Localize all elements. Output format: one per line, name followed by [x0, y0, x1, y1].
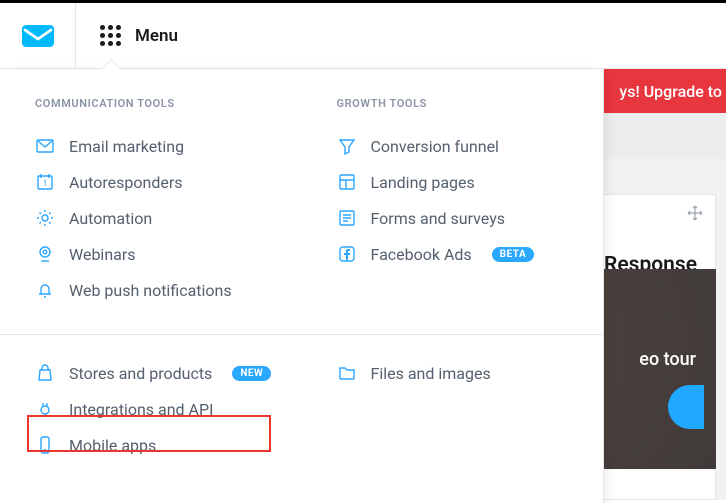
menu-item-stores-products[interactable]: Stores and products NEW: [35, 355, 284, 391]
menu-item-conversion-funnel[interactable]: Conversion funnel: [337, 128, 586, 164]
bottom-left-column: Stores and products NEW Integrations and…: [0, 355, 302, 463]
menu-item-facebook-ads[interactable]: Facebook Ads BETA: [337, 236, 586, 272]
menu-button[interactable]: Menu: [76, 3, 178, 68]
menu-item-label: Forms and surveys: [371, 209, 506, 228]
menu-item-label: Integrations and API: [69, 400, 213, 419]
bag-icon: [35, 363, 55, 383]
communication-header: COMMUNICATION TOOLS: [35, 97, 284, 110]
menu-item-landing-pages[interactable]: Landing pages: [337, 164, 586, 200]
growth-header: GROWTH TOOLS: [337, 97, 586, 110]
form-icon: [337, 208, 357, 228]
funnel-icon: [337, 136, 357, 156]
menu-item-label: Automation: [69, 209, 152, 228]
menu-item-web-push[interactable]: Web push notifications: [35, 272, 284, 308]
menu-item-autoresponders[interactable]: 1 Autoresponders: [35, 164, 284, 200]
plug-icon: [35, 399, 55, 419]
menu-item-email-marketing[interactable]: Email marketing: [35, 128, 284, 164]
calendar-icon: 1: [35, 172, 55, 192]
apps-grid-icon: [100, 25, 121, 46]
layout-icon: [337, 172, 357, 192]
menu-item-label: Webinars: [69, 245, 136, 264]
move-icon[interactable]: [687, 205, 703, 225]
menu-item-label: Web push notifications: [69, 281, 232, 300]
menu-item-label: Files and images: [371, 364, 491, 383]
folder-icon: [337, 363, 357, 383]
video-tour-label: eo tour: [639, 349, 696, 370]
menu-item-integrations-api[interactable]: Integrations and API: [35, 391, 284, 427]
growth-tools-column: GROWTH TOOLS Conversion funnel Landing p…: [302, 97, 604, 308]
new-badge: NEW: [232, 366, 271, 381]
envelope-icon: [35, 136, 55, 156]
menu-item-forms-surveys[interactable]: Forms and surveys: [337, 200, 586, 236]
play-button[interactable]: [668, 385, 704, 429]
menu-divider: [0, 334, 603, 335]
logo[interactable]: [0, 3, 76, 68]
mega-menu: COMMUNICATION TOOLS Email marketing 1 Au…: [0, 69, 604, 503]
beta-badge: BETA: [492, 247, 535, 262]
menu-item-label: Stores and products: [69, 364, 212, 383]
phone-icon: [35, 435, 55, 455]
banner-text: ys! Upgrade to: [619, 82, 722, 101]
bottom-right-column: Files and images: [302, 355, 604, 463]
menu-item-label: Conversion funnel: [371, 137, 499, 156]
menu-item-webinars[interactable]: Webinars: [35, 236, 284, 272]
gear-icon: [35, 208, 55, 228]
facebook-icon: [337, 244, 357, 264]
svg-text:1: 1: [43, 179, 48, 188]
menu-item-files-images[interactable]: Files and images: [337, 355, 586, 391]
communication-tools-column: COMMUNICATION TOOLS Email marketing 1 Au…: [0, 97, 302, 308]
menu-item-mobile-apps[interactable]: Mobile apps: [35, 427, 284, 463]
webcam-icon: [35, 244, 55, 264]
dropdown-arrow: [102, 60, 120, 69]
menu-item-automation[interactable]: Automation: [35, 200, 284, 236]
menu-item-label: Facebook Ads: [371, 245, 472, 264]
menu-item-label: Landing pages: [371, 173, 475, 192]
top-bar: Menu: [0, 0, 726, 69]
envelope-logo-icon: [21, 24, 55, 48]
menu-item-label: Autoresponders: [69, 173, 183, 192]
menu-label: Menu: [135, 26, 178, 46]
menu-item-label: Mobile apps: [69, 436, 156, 455]
bell-icon: [35, 280, 55, 300]
menu-item-label: Email marketing: [69, 137, 184, 156]
